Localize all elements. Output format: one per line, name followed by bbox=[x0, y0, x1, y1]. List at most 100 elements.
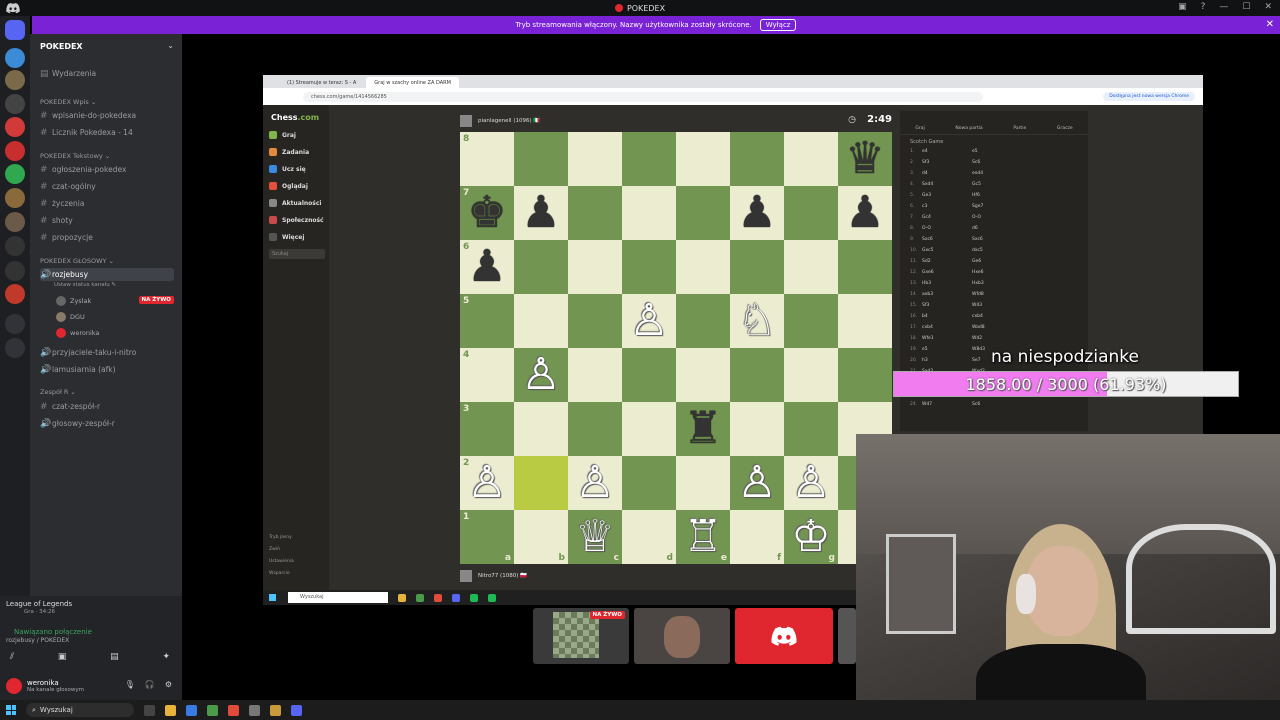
square-b2[interactable] bbox=[514, 456, 568, 510]
square-h4[interactable] bbox=[838, 348, 892, 402]
square-a5[interactable]: 5 bbox=[460, 294, 514, 348]
move-row[interactable]: 17. cxb4 Wad8 bbox=[910, 325, 1078, 333]
move-row[interactable]: 16. b4 cxb4 bbox=[910, 314, 1078, 322]
black-pawn-icon[interactable]: ♟ bbox=[730, 186, 784, 240]
chess-board[interactable]: 87654321abcdefgh♛♚♟♟♟♟♙♘♙♜♙♙♙♙♕♖♔ bbox=[460, 132, 892, 564]
move[interactable]: e4 bbox=[922, 149, 972, 154]
server-icon[interactable] bbox=[5, 70, 25, 90]
move[interactable]: Wd7 bbox=[922, 402, 972, 407]
server-icon[interactable] bbox=[5, 141, 25, 161]
square-d3[interactable] bbox=[622, 402, 676, 456]
square-a4[interactable]: 4 bbox=[460, 348, 514, 402]
home-server-icon[interactable] bbox=[5, 20, 25, 40]
microphone-icon[interactable]: 🎙 bbox=[125, 680, 135, 689]
square-c5[interactable] bbox=[568, 294, 622, 348]
square-e6[interactable] bbox=[676, 240, 730, 294]
square-g3[interactable] bbox=[784, 402, 838, 456]
move-row[interactable]: 6. c3 Sge7 bbox=[910, 204, 1078, 212]
move[interactable]: Gc5 bbox=[972, 182, 981, 187]
nav-learn[interactable]: Ucz się bbox=[269, 165, 306, 173]
move[interactable]: Sd2 bbox=[922, 259, 972, 264]
square-g8[interactable] bbox=[784, 132, 838, 186]
square-h6[interactable] bbox=[838, 240, 892, 294]
move-row[interactable]: 18. Wfe1 Wd2 bbox=[910, 336, 1078, 344]
tab-play[interactable]: Graj bbox=[915, 126, 924, 131]
black-pawn-icon[interactable]: ♟ bbox=[514, 186, 568, 240]
camera-icon[interactable]: ▣ bbox=[58, 652, 67, 662]
square-d7[interactable] bbox=[622, 186, 676, 240]
white-pawn-icon[interactable]: ♙ bbox=[460, 456, 514, 510]
footer-collapse[interactable]: Zwiń bbox=[269, 547, 280, 552]
move-row[interactable]: 10. Gxc5 dxc5 bbox=[910, 248, 1078, 256]
voice-user[interactable]: weronika bbox=[56, 328, 99, 338]
move[interactable]: Wfd8 bbox=[972, 292, 984, 297]
category-wpis[interactable]: POKEDEX Wpis ⌄ bbox=[40, 98, 96, 106]
server-icon[interactable] bbox=[5, 117, 25, 137]
square-d4[interactable] bbox=[622, 348, 676, 402]
move[interactable]: cxb4 bbox=[972, 314, 983, 319]
move-row[interactable]: 13. Hb3 Hxb3 bbox=[910, 281, 1078, 289]
voice-user[interactable]: DGU bbox=[56, 312, 85, 322]
discord-icon[interactable] bbox=[291, 704, 302, 716]
move[interactable]: Gc4 bbox=[922, 215, 972, 220]
chess-search-input[interactable]: Szukaj bbox=[269, 249, 325, 259]
move[interactable]: Sf3 bbox=[922, 160, 972, 165]
move[interactable]: Wad8 bbox=[972, 325, 985, 330]
square-e7[interactable] bbox=[676, 186, 730, 240]
move-row[interactable]: 12. Gxe6 Hxe6 bbox=[910, 270, 1078, 278]
channel-ogloszenia[interactable]: # ogłoszenia-pokedex bbox=[40, 163, 174, 176]
square-e2[interactable] bbox=[676, 456, 730, 510]
player-name[interactable]: Nitro77 (1080) 🇵🇱 bbox=[478, 573, 527, 579]
close-icon[interactable]: ✕ bbox=[1264, 2, 1272, 12]
move[interactable]: O-O bbox=[922, 226, 972, 231]
explore-servers-icon[interactable] bbox=[5, 338, 25, 358]
inbox-icon[interactable]: ▣ bbox=[1178, 2, 1187, 12]
move[interactable]: h3 bbox=[922, 358, 972, 363]
move[interactable]: Hf6 bbox=[972, 193, 980, 198]
nav-puzzles[interactable]: Zadania bbox=[269, 148, 309, 156]
move[interactable]: Wfe1 bbox=[922, 336, 972, 341]
server-icon[interactable] bbox=[5, 284, 25, 304]
category-zespol[interactable]: Zespół R ⌄ bbox=[40, 388, 76, 396]
move-row[interactable]: 8. O-O d6 bbox=[910, 226, 1078, 234]
square-g6[interactable] bbox=[784, 240, 838, 294]
voice-channel-lamusiarnia[interactable]: 🔊 lamusiarnia (afk) bbox=[40, 363, 174, 376]
move-row[interactable]: 2. Sf3 Sc6 bbox=[910, 160, 1078, 168]
move-row[interactable]: 9. Sxc6 Sxc6 bbox=[910, 237, 1078, 245]
server-icon[interactable] bbox=[5, 236, 25, 256]
move[interactable]: e5 bbox=[972, 149, 978, 154]
voice-channel-rozjebusy[interactable]: 🔊 rozjebusy bbox=[40, 268, 174, 281]
square-c7[interactable] bbox=[568, 186, 622, 240]
square-f3[interactable] bbox=[730, 402, 784, 456]
browser-tab-active[interactable]: Graj w szachy online ZA DARM bbox=[366, 77, 459, 88]
nav-more[interactable]: Więcej bbox=[269, 233, 304, 241]
move[interactable]: Sge7 bbox=[972, 204, 983, 209]
move[interactable]: Gxe6 bbox=[922, 270, 972, 275]
stream-tile-live[interactable]: NA ŻYWO bbox=[533, 608, 629, 664]
channel-status[interactable]: Ustaw status kanału ✎ bbox=[54, 282, 116, 288]
file-explorer-icon[interactable] bbox=[165, 704, 176, 716]
square-h5[interactable] bbox=[838, 294, 892, 348]
tab-games[interactable]: Partie bbox=[1013, 126, 1026, 131]
move[interactable]: d6 bbox=[972, 226, 978, 231]
settings-icon[interactable]: ⚙ bbox=[165, 680, 172, 689]
help-icon[interactable]: ? bbox=[1201, 2, 1206, 12]
voice-channel-przyjaciele[interactable]: 🔊 przyjaciele-taku-i-nitro bbox=[40, 346, 174, 359]
white-pawn-icon[interactable]: ♙ bbox=[568, 456, 622, 510]
channel-czat-zespol[interactable]: # czat-zespół-r bbox=[40, 400, 174, 413]
activities-icon[interactable]: ✦ bbox=[162, 652, 170, 662]
chevron-down-icon[interactable]: ⌄ bbox=[167, 41, 174, 50]
white-pawn-icon[interactable]: ♙ bbox=[622, 294, 676, 348]
white-rook-icon[interactable]: ♖ bbox=[676, 510, 730, 564]
brave-icon[interactable] bbox=[228, 704, 239, 716]
black-pawn-icon[interactable]: ♟ bbox=[460, 240, 514, 294]
server-icon[interactable] bbox=[5, 48, 25, 68]
headphones-icon[interactable]: 🎧 bbox=[145, 680, 155, 689]
channel-propozycje[interactable]: # propozycje bbox=[40, 231, 174, 244]
move[interactable]: e5 bbox=[922, 347, 972, 352]
minimize-icon[interactable]: — bbox=[1219, 2, 1228, 12]
square-f8[interactable] bbox=[730, 132, 784, 186]
settings-icon[interactable] bbox=[249, 704, 260, 716]
move-row[interactable]: 11. Sd2 Ge6 bbox=[910, 259, 1078, 267]
black-queen-icon[interactable]: ♛ bbox=[838, 132, 892, 186]
